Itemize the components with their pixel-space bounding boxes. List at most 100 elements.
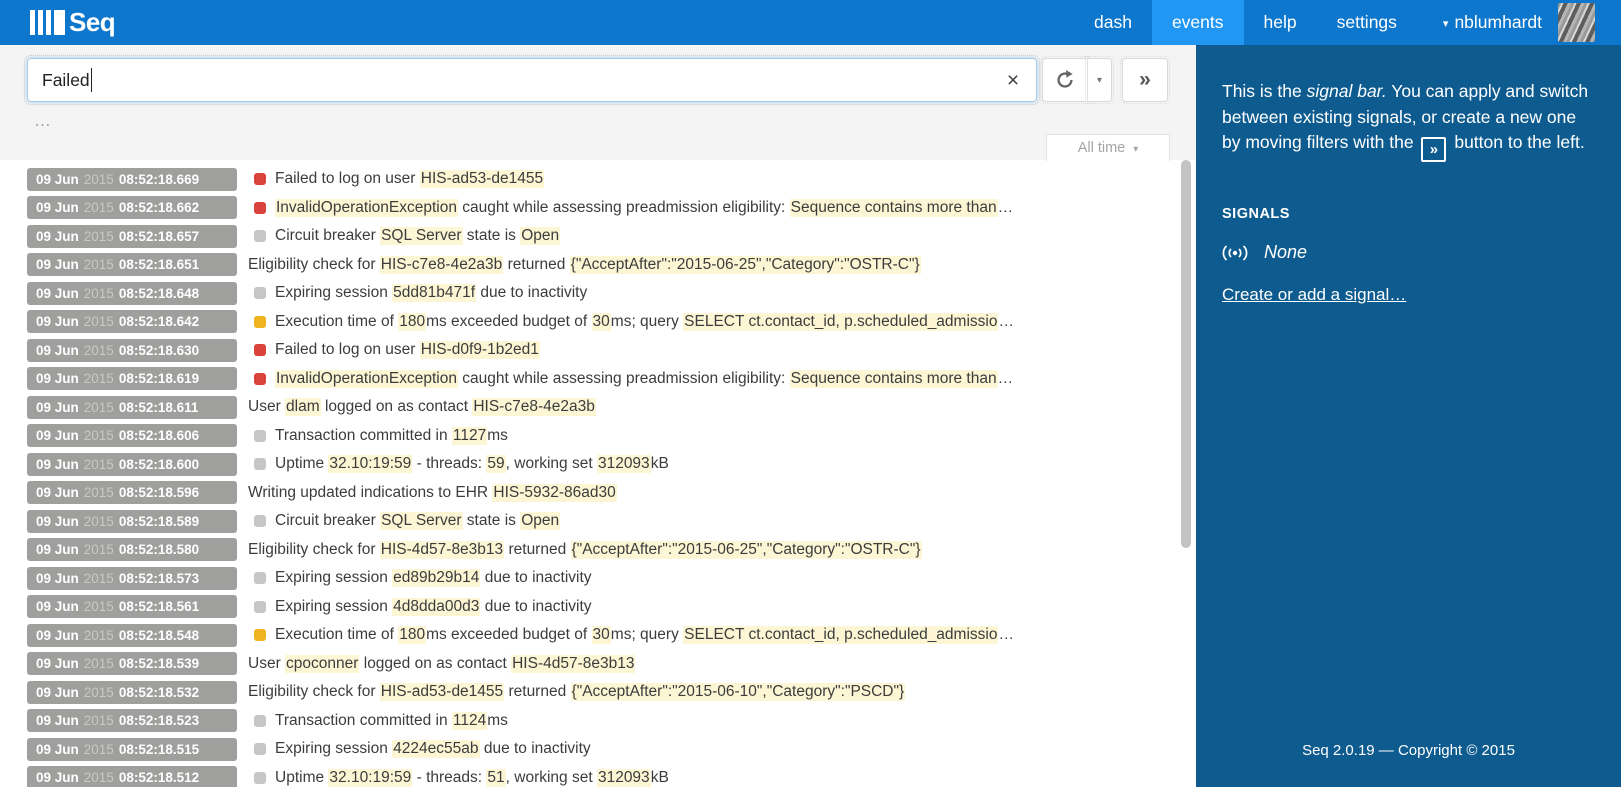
event-row[interactable]: 09 Jun 2015 08:52:18.573 Expiring sessio… [0, 564, 1180, 593]
timestamp-badge: 09 Jun 2015 08:52:18.561 [27, 595, 237, 619]
clear-search-icon[interactable]: × [1000, 68, 1026, 94]
signal-bar: This is the signal bar. You can apply an… [1196, 45, 1621, 787]
timestamp-badge: 09 Jun 2015 08:52:18.669 [27, 167, 237, 191]
event-row[interactable]: 09 Jun 2015 08:52:18.651 Eligibility che… [0, 251, 1180, 280]
timestamp-year: 2015 [83, 342, 114, 358]
event-row[interactable]: 09 Jun 2015 08:52:18.512 Uptime 32.10:19… [0, 764, 1180, 787]
timestamp-time: 08:52:18.596 [118, 485, 200, 501]
event-content: Writing updated indications to EHR HIS-5… [248, 483, 1148, 502]
event-content: Execution time of 180ms exceeded budget … [248, 312, 1148, 331]
timestamp-date: 09 Jun [36, 171, 79, 187]
timestamp-time: 08:52:18.523 [118, 713, 200, 729]
event-row[interactable]: 09 Jun 2015 08:52:18.539 User cpoconner … [0, 650, 1180, 679]
main-nav: dash events help settings ▾ nblumhardt [1074, 0, 1621, 45]
timestamp-date: 09 Jun [36, 257, 79, 273]
event-message: Uptime 32.10:19:59 - threads: 51, workin… [275, 768, 669, 787]
timestamp-date: 09 Jun [36, 513, 79, 529]
event-message: Expiring session 4224ec55ab due to inact… [275, 740, 591, 759]
scrollbar-thumb[interactable] [1181, 160, 1191, 548]
event-content: Uptime 32.10:19:59 - threads: 59, workin… [248, 455, 1148, 474]
seq-logo-icon [30, 10, 65, 35]
level-debug-icon [254, 287, 266, 300]
event-content: Eligibility check for HIS-4d57-8e3b13 re… [248, 540, 1148, 559]
event-content: Circuit breaker SQL Server state is Open [248, 227, 1148, 246]
refresh-button[interactable] [1040, 56, 1089, 104]
timestamp-time: 08:52:18.642 [118, 314, 200, 330]
event-content: Circuit breaker SQL Server state is Open [248, 512, 1148, 531]
event-row[interactable]: 09 Jun 2015 08:52:18.548 Execution time … [0, 621, 1180, 650]
timestamp-badge: 09 Jun 2015 08:52:18.657 [27, 224, 237, 248]
timestamp-time: 08:52:18.589 [118, 513, 200, 529]
filter-history-toggle[interactable]: … [34, 101, 53, 131]
timestamp-date: 09 Jun [36, 684, 79, 700]
event-row[interactable]: 09 Jun 2015 08:52:18.662 InvalidOperatio… [0, 194, 1180, 223]
event-message: Transaction committed in 1124ms [275, 711, 508, 730]
event-message: User dlam logged on as contact HIS-c7e8-… [248, 398, 596, 417]
timestamp-time: 08:52:18.648 [118, 285, 200, 301]
level-debug-icon [254, 230, 266, 243]
move-to-signal-icon: » [1421, 137, 1447, 163]
event-message: Expiring session ed89b29b14 due to inact… [275, 569, 592, 588]
event-row[interactable]: 09 Jun 2015 08:52:18.630 Failed to log o… [0, 336, 1180, 365]
refresh-icon [1057, 70, 1073, 88]
event-row[interactable]: 09 Jun 2015 08:52:18.600 Uptime 32.10:19… [0, 450, 1180, 479]
event-row[interactable]: 09 Jun 2015 08:52:18.611 User dlam logge… [0, 393, 1180, 422]
level-debug-icon [254, 515, 266, 528]
time-range-button[interactable]: All time ▾ [1046, 134, 1170, 161]
event-row[interactable]: 09 Jun 2015 08:52:18.596 Writing updated… [0, 479, 1180, 508]
move-to-signal-button[interactable]: » [1120, 56, 1170, 104]
timestamp-badge: 09 Jun 2015 08:52:18.532 [27, 680, 237, 704]
signal-none-row: None [1222, 242, 1595, 263]
event-row[interactable]: 09 Jun 2015 08:52:18.523 Transaction com… [0, 707, 1180, 736]
avatar[interactable] [1558, 3, 1595, 42]
event-row[interactable]: 09 Jun 2015 08:52:18.532 Eligibility che… [0, 678, 1180, 707]
timestamp-year: 2015 [83, 542, 114, 558]
timestamp-year: 2015 [83, 770, 114, 786]
chevron-down-icon: ▾ [1133, 144, 1139, 155]
chevron-down-icon: ▾ [1096, 74, 1103, 86]
timestamp-badge: 09 Jun 2015 08:52:18.512 [27, 766, 237, 787]
event-content: Eligibility check for HIS-c7e8-4e2a3b re… [248, 255, 1148, 274]
timestamp-year: 2015 [83, 684, 114, 700]
nav-help[interactable]: help [1244, 0, 1317, 45]
event-message: User cpoconner logged on as contact HIS-… [248, 654, 636, 673]
timestamp-year: 2015 [83, 599, 114, 615]
timestamp-date: 09 Jun [36, 770, 79, 786]
event-row[interactable]: 09 Jun 2015 08:52:18.642 Execution time … [0, 308, 1180, 337]
nav-settings[interactable]: settings [1317, 0, 1417, 45]
event-row[interactable]: 09 Jun 2015 08:52:18.606 Transaction com… [0, 422, 1180, 451]
timestamp-date: 09 Jun [36, 314, 79, 330]
timestamp-year: 2015 [83, 513, 114, 529]
chevron-down-icon: ▾ [1442, 18, 1449, 30]
event-row[interactable]: 09 Jun 2015 08:52:18.515 Expiring sessio… [0, 735, 1180, 764]
timestamp-time: 08:52:18.669 [118, 171, 200, 187]
event-row[interactable]: 09 Jun 2015 08:52:18.589 Circuit breaker… [0, 507, 1180, 536]
timestamp-year: 2015 [83, 257, 114, 273]
event-row[interactable]: 09 Jun 2015 08:52:18.657 Circuit breaker… [0, 222, 1180, 251]
text-cursor [90, 68, 92, 92]
event-row[interactable]: 09 Jun 2015 08:52:18.669 Failed to log o… [0, 165, 1180, 194]
signal-bar-intro: This is the signal bar. You can apply an… [1222, 79, 1595, 163]
timestamp-date: 09 Jun [36, 627, 79, 643]
create-signal-link[interactable]: Create or add a signal… [1222, 285, 1406, 305]
event-message: Execution time of 180ms exceeded budget … [275, 626, 1014, 645]
timestamp-badge: 09 Jun 2015 08:52:18.596 [27, 481, 237, 505]
nav-events[interactable]: events [1151, 0, 1244, 45]
search-input[interactable]: Failed [24, 55, 1040, 105]
version-footer: Seq 2.0.19 — Copyright © 2015 [1302, 742, 1515, 759]
event-row[interactable]: 09 Jun 2015 08:52:18.580 Eligibility che… [0, 536, 1180, 565]
timestamp-year: 2015 [83, 656, 114, 672]
event-row[interactable]: 09 Jun 2015 08:52:18.561 Expiring sessio… [0, 593, 1180, 622]
event-row[interactable]: 09 Jun 2015 08:52:18.619 InvalidOperatio… [0, 365, 1180, 394]
user-menu[interactable]: ▾ nblumhardt [1417, 0, 1552, 45]
seq-logo[interactable]: Seq [30, 0, 116, 45]
timestamp-year: 2015 [83, 485, 114, 501]
refresh-options-button[interactable]: ▾ [1085, 56, 1114, 104]
timestamp-badge: 09 Jun 2015 08:52:18.651 [27, 253, 237, 277]
nav-dash[interactable]: dash [1074, 0, 1152, 45]
seq-app: Seq dash events help settings ▾ nblumhar… [0, 0, 1621, 787]
timestamp-badge: 09 Jun 2015 08:52:18.642 [27, 310, 237, 334]
event-row[interactable]: 09 Jun 2015 08:52:18.648 Expiring sessio… [0, 279, 1180, 308]
level-error-icon [254, 344, 266, 357]
level-error-icon [254, 173, 266, 186]
